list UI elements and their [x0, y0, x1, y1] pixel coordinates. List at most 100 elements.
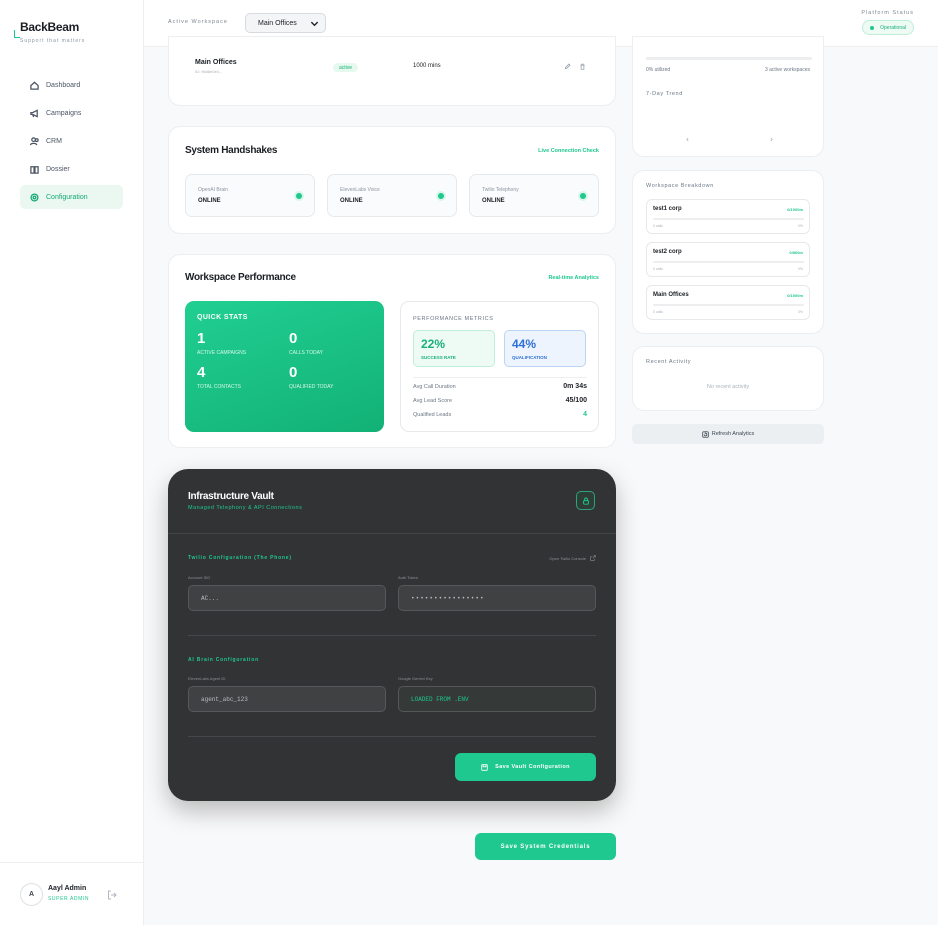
stat-value: 0: [289, 364, 298, 381]
lock-icon: [582, 497, 589, 505]
user-name: Aayl Admin: [48, 885, 87, 892]
metric-value: 45/100: [565, 397, 587, 404]
breakdown-name: test2 corp: [653, 249, 682, 255]
trend-title: 7-Day Trend: [646, 91, 683, 97]
usage-trend-card: 0% utilized 3 active workspaces 7-Day Tr…: [632, 36, 824, 157]
stat-label: TOTAL CONTACTS: [197, 384, 241, 390]
metric-row: Avg Lead Score 45/100: [413, 397, 587, 404]
recent-empty-text: No recent activity: [706, 384, 750, 390]
sidebar-item-label: Dashboard: [46, 81, 81, 89]
breakdown-item[interactable]: test2 corp 0/800m 0 calls 0%: [646, 242, 810, 277]
home-icon: [30, 81, 39, 90]
breakdown-usage: 0/800m: [789, 250, 803, 255]
sidebar-item-configuration[interactable]: Configuration: [20, 185, 123, 209]
users-icon: [30, 136, 39, 145]
sidebar: BackBeam Support that matters Dashboard …: [0, 0, 144, 925]
sidebar-item-dossier[interactable]: Dossier: [20, 157, 123, 181]
status-dot-icon: [870, 25, 875, 30]
brand-name: BackBeam: [20, 20, 79, 34]
open-twilio-console-link[interactable]: Open Twilio Console: [549, 555, 596, 561]
breakdown-item[interactable]: test1 corp 0/1000m 0 calls 0%: [646, 199, 810, 234]
refresh-analytics-label: Refresh Analytics: [711, 431, 755, 437]
metric-label: Avg Lead Score: [413, 398, 453, 404]
handshake-status: ONLINE: [482, 198, 505, 204]
agent-id-input[interactable]: agent_abc_123: [188, 686, 386, 712]
sidebar-nav: Dashboard Campaigns CRM Dossier Configur…: [20, 73, 123, 213]
book-icon: [30, 165, 39, 174]
breakdown-usage: 0/1000m: [787, 207, 803, 212]
sidebar-item-label: Configuration: [46, 193, 88, 201]
avatar[interactable]: A: [20, 883, 43, 906]
ai-section-title: AI Brain Configuration: [188, 657, 259, 663]
success-rate-value: 22%: [421, 337, 446, 351]
workspace-row-minutes: 1000 mins: [413, 63, 441, 69]
recent-title: Recent Activity: [646, 359, 692, 365]
logout-icon[interactable]: [107, 890, 117, 900]
brand-tagline: Support that matters: [20, 38, 86, 44]
open-twilio-console-label: Open Twilio Console: [549, 555, 586, 561]
sidebar-item-dashboard[interactable]: Dashboard: [20, 73, 123, 97]
platform-status-text: Operational: [880, 24, 906, 31]
metric-value: 0m 34s: [563, 383, 587, 390]
stat-label: CALLS TODAY: [289, 350, 323, 356]
breakdown-usage: 0/1000m: [787, 293, 803, 298]
breakdown-name: test1 corp: [653, 206, 682, 212]
metric-label: Avg Call Duration: [413, 384, 456, 390]
chevron-left-icon[interactable]: [685, 137, 690, 142]
breakdown-name: Main Offices: [653, 292, 689, 298]
stat-value: 4: [197, 364, 206, 381]
breakdown-item[interactable]: Main Offices 0/1000m 0 calls 0%: [646, 285, 810, 320]
divider: [188, 635, 596, 636]
qualification-label: QUALIFICATION: [512, 355, 547, 360]
trash-icon[interactable]: [579, 63, 586, 70]
gemini-key-input[interactable]: LOADED FROM .ENV: [398, 686, 596, 712]
performance-metrics-panel: PERFORMANCE METRICS 22% SUCCESS RATE 44%…: [400, 301, 599, 432]
metric-row: Avg Call Duration 0m 34s: [413, 383, 587, 390]
megaphone-icon: [30, 108, 38, 118]
refresh-analytics-button[interactable]: Refresh Analytics: [632, 424, 824, 444]
workspace-select[interactable]: Main Offices: [245, 13, 326, 33]
auth-token-label: Auth Token: [398, 575, 418, 580]
success-rate-label: SUCCESS RATE: [421, 355, 456, 360]
twilio-section-title: Twilio Configuration (The Phone): [188, 555, 292, 561]
performance-title: Workspace Performance: [185, 272, 296, 283]
online-dot-icon: [296, 193, 302, 199]
handshake-elevenlabs: ElevenLabs Voice ONLINE: [327, 174, 457, 217]
breakdown-progress-bar: [653, 261, 804, 263]
chevron-down-icon: [310, 21, 319, 27]
handshake-status: ONLINE: [340, 198, 363, 204]
stat-value: 0: [289, 330, 298, 347]
breakdown-calls: 0 calls: [653, 267, 663, 271]
usage-progress-bar: [646, 57, 812, 60]
platform-status-label: Platform Status: [861, 10, 914, 16]
live-connection-check-link[interactable]: Live Connection Check: [538, 148, 599, 154]
auth-token-input[interactable]: ••••••••••••••••: [398, 585, 596, 611]
chevron-right-icon[interactable]: [769, 137, 774, 142]
account-sid-input[interactable]: AC...: [188, 585, 386, 611]
sidebar-item-label: Campaigns: [46, 109, 82, 117]
quick-stats-title: QUICK STATS: [197, 314, 248, 321]
vault-header: Infrastructure Vault Managed Telephony &…: [168, 469, 616, 534]
metric-row: Qualified Leads 4: [413, 411, 587, 418]
lock-button[interactable]: [576, 491, 595, 510]
utilized-text: 0% utilized: [646, 67, 671, 73]
breakdown-calls: 0 calls: [653, 224, 663, 228]
save-icon: [481, 763, 488, 771]
vault-subtitle: Managed Telephony & API Connections: [188, 505, 303, 511]
realtime-analytics-link[interactable]: Real-time Analytics: [548, 275, 599, 281]
user-panel: A Aayl Admin SUPER ADMIN: [0, 862, 144, 925]
breakdown-percent: 0%: [797, 267, 803, 271]
edit-icon[interactable]: [564, 63, 571, 70]
breakdown-calls: 0 calls: [653, 310, 663, 314]
save-vault-button[interactable]: Save Vault Configuration: [455, 753, 596, 781]
sidebar-item-label: CRM: [46, 137, 62, 145]
stat-label: ACTIVE CAMPAIGNS: [197, 350, 247, 356]
sidebar-item-crm[interactable]: CRM: [20, 129, 123, 153]
breakdown-percent: 0%: [797, 310, 803, 314]
handshake-name: Twilio Telephony: [482, 187, 519, 193]
gear-icon: [30, 192, 39, 202]
sidebar-item-campaigns[interactable]: Campaigns: [20, 101, 123, 125]
handshake-name: ElevenLabs Voice: [340, 187, 380, 193]
save-credentials-button[interactable]: Save System Credentials: [475, 833, 616, 860]
workspace-breakdown-card: Workspace Breakdown test1 corp 0/1000m 0…: [632, 170, 824, 334]
